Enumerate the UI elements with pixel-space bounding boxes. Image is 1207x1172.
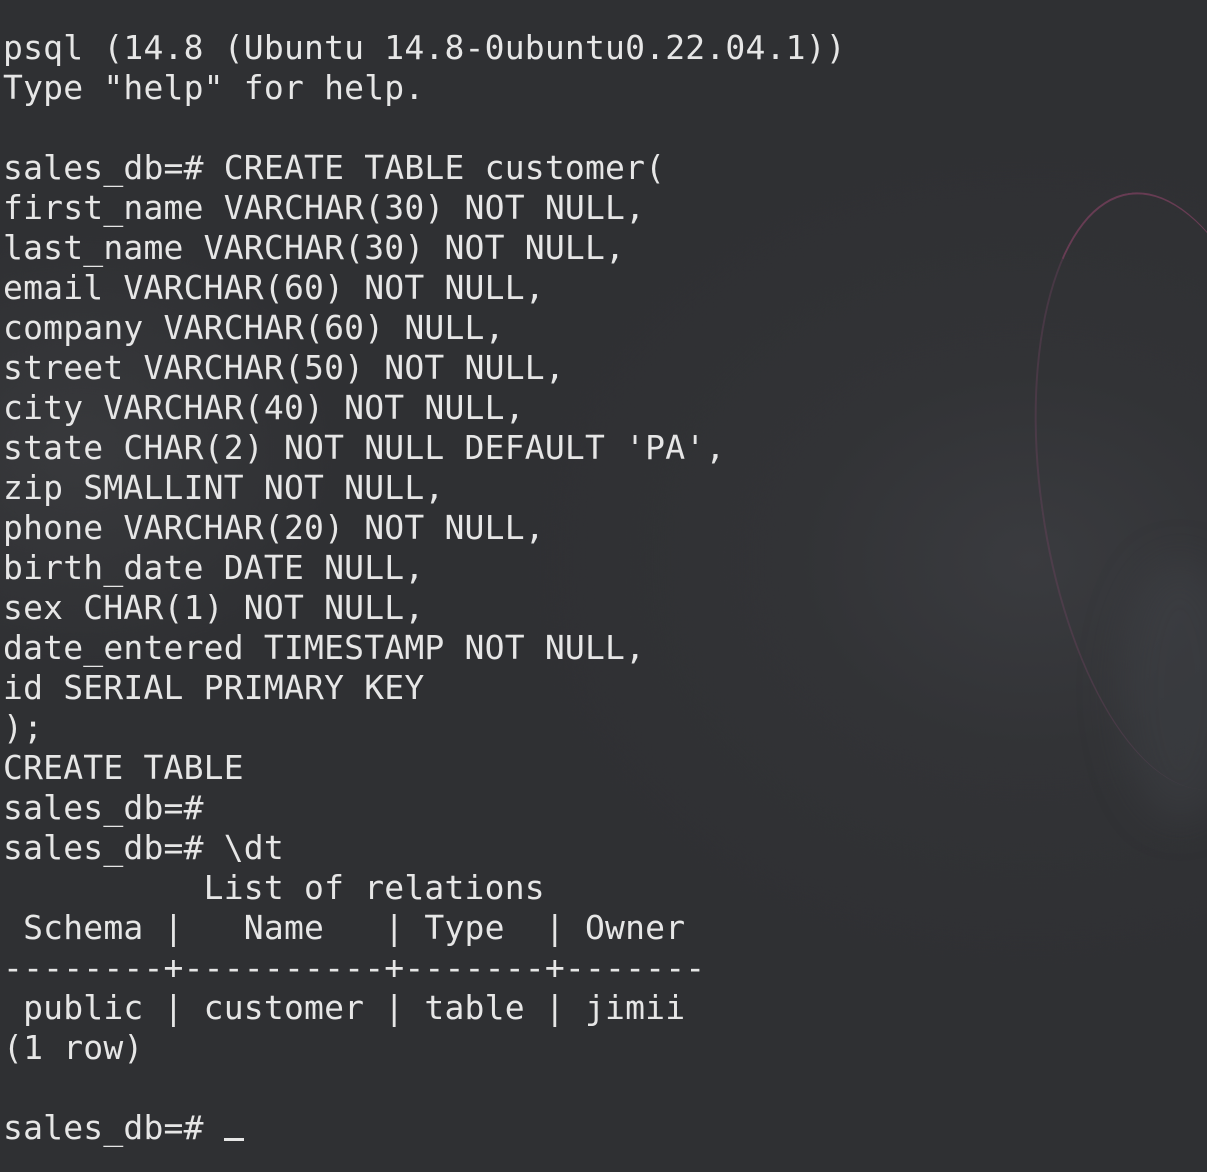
prompt-line: sales_db=#: [3, 788, 204, 827]
column-definition-line: id SERIAL PRIMARY KEY: [3, 668, 425, 707]
column-definition-line: last_name VARCHAR(30) NOT NULL,: [3, 228, 626, 267]
column-definition-line: state CHAR(2) NOT NULL DEFAULT 'PA',: [3, 428, 726, 467]
active-prompt-line[interactable]: sales_db=#: [3, 1108, 1207, 1148]
psql-version-line: psql (14.8 (Ubuntu 14.8-0ubuntu0.22.04.1…: [3, 28, 846, 67]
statement-end-line: );: [3, 708, 44, 747]
column-definition-line: city VARCHAR(40) NOT NULL,: [3, 388, 525, 427]
row-count-line: (1 row): [3, 1028, 144, 1067]
terminal-output[interactable]: psql (14.8 (Ubuntu 14.8-0ubuntu0.22.04.1…: [3, 28, 1207, 1172]
column-definition-line: birth_date DATE NULL,: [3, 548, 425, 587]
help-hint-line: Type "help" for help.: [3, 68, 425, 107]
create-table-result-line: CREATE TABLE: [3, 748, 244, 787]
column-definition-line: company VARCHAR(60) NULL,: [3, 308, 505, 347]
create-table-command-line: sales_db=# CREATE TABLE customer(: [3, 148, 666, 187]
column-definition-line: sex CHAR(1) NOT NULL,: [3, 588, 425, 627]
relations-title-line: List of relations: [3, 868, 545, 907]
text-cursor: [223, 1138, 244, 1141]
dt-command-line: sales_db=# \dt: [3, 828, 284, 867]
column-definition-line: date_entered TIMESTAMP NOT NULL,: [3, 628, 646, 667]
relations-separator-line: --------+----------+-------+-------: [3, 948, 706, 987]
column-definition-line: zip SMALLINT NOT NULL,: [3, 468, 445, 507]
column-definition-line: street VARCHAR(50) NOT NULL,: [3, 348, 565, 387]
column-definition-line: phone VARCHAR(20) NOT NULL,: [3, 508, 545, 547]
relations-row-line: public | customer | table | jimii: [3, 988, 686, 1027]
relations-header-line: Schema | Name | Type | Owner: [3, 908, 686, 947]
column-definition-line: first_name VARCHAR(30) NOT NULL,: [3, 188, 646, 227]
prompt-text: sales_db=#: [3, 1108, 224, 1147]
column-definition-line: email VARCHAR(60) NOT NULL,: [3, 268, 545, 307]
terminal-window[interactable]: { "terminal": { "lines": [ "psql (14.8 (…: [0, 0, 1207, 1172]
